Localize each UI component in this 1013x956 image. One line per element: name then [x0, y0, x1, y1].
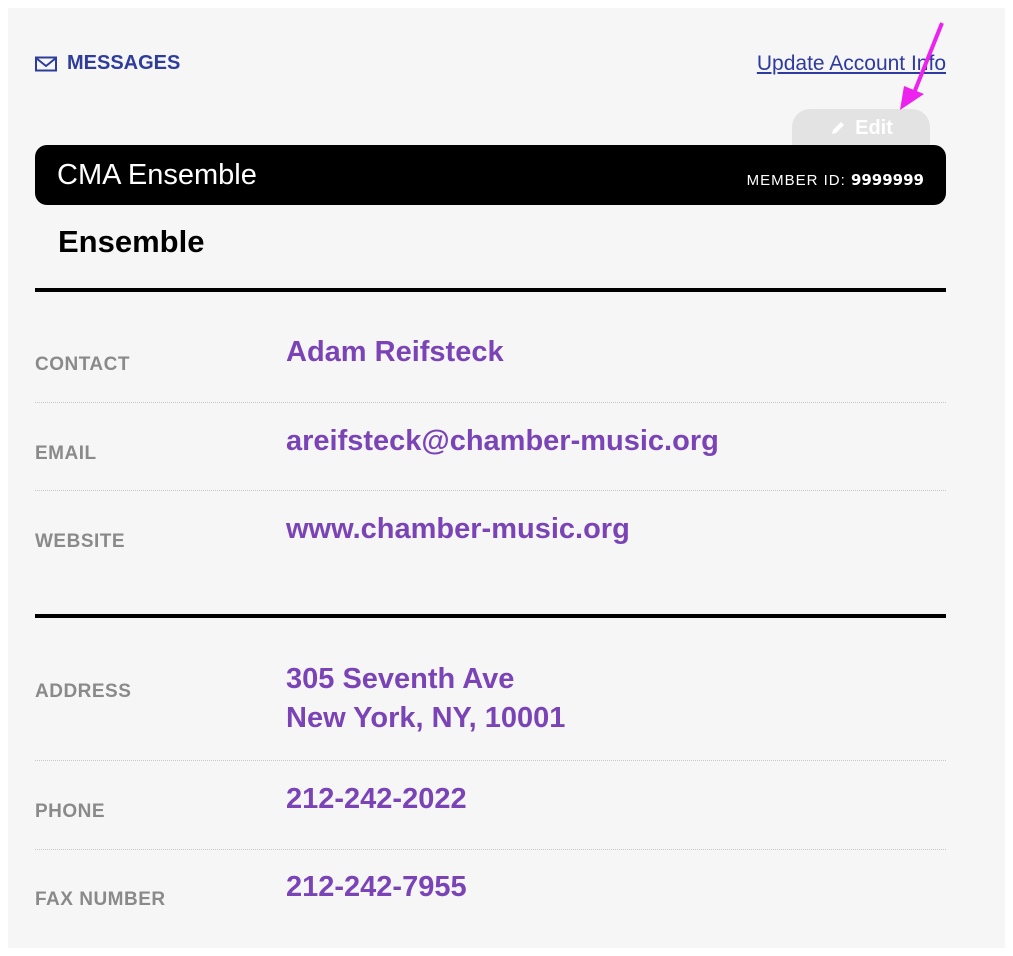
- member-id: MEMBER ID: 9999999: [747, 171, 924, 189]
- phone-value: 212-242-2022: [286, 783, 467, 815]
- row-divider: [35, 402, 946, 403]
- edit-button[interactable]: Edit: [792, 109, 930, 149]
- fax-value: 212-242-7955: [286, 871, 467, 903]
- edit-label: Edit: [855, 117, 893, 139]
- email-label: EMAIL: [35, 443, 97, 464]
- section-divider: [35, 288, 946, 292]
- messages-link[interactable]: MESSAGES: [35, 52, 180, 75]
- account-type: Ensemble: [58, 224, 205, 259]
- contact-label: CONTACT: [35, 354, 130, 375]
- member-id-value: 9999999: [850, 171, 924, 189]
- address-label: ADDRESS: [35, 681, 132, 702]
- row-divider: [35, 849, 946, 850]
- account-title-bar: CMA Ensemble MEMBER ID: 9999999: [35, 145, 946, 205]
- section-divider: [35, 614, 946, 618]
- envelope-icon: [35, 56, 57, 71]
- website-value[interactable]: www.chamber-music.org: [286, 509, 630, 549]
- website-label: WEBSITE: [35, 531, 126, 552]
- pencil-icon: [832, 122, 845, 134]
- email-value[interactable]: areifsteck@chamber-music.org: [286, 421, 719, 461]
- member-id-label: MEMBER ID:: [746, 172, 846, 189]
- address-line-1: 305 Seventh Ave: [286, 663, 515, 695]
- messages-label: MESSAGES: [67, 52, 181, 74]
- update-account-info-link[interactable]: Update Account Info: [757, 52, 946, 76]
- contact-value: Adam Reifsteck: [286, 336, 504, 368]
- account-name: CMA Ensemble: [57, 158, 257, 191]
- fax-label: FAX NUMBER: [35, 889, 166, 910]
- address-line-2: New York, NY, 10001: [286, 702, 566, 734]
- phone-label: PHONE: [35, 801, 106, 822]
- row-divider: [35, 760, 946, 761]
- row-divider: [35, 490, 946, 491]
